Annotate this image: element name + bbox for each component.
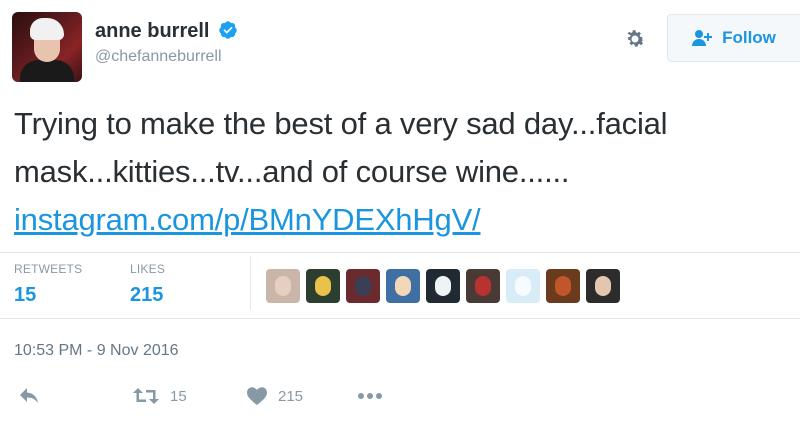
liker-avatar-1[interactable] bbox=[266, 269, 300, 303]
tweet-body: Trying to make the best of a very sad da… bbox=[14, 106, 668, 189]
user-name-block[interactable]: anne burrell @chefanneburrell bbox=[95, 20, 238, 66]
liker-avatar-7[interactable] bbox=[506, 269, 540, 303]
liker-face bbox=[355, 276, 371, 296]
liker-face bbox=[275, 276, 291, 296]
avatar-figure-hair bbox=[30, 18, 64, 40]
liker-avatars bbox=[266, 269, 626, 303]
liker-face bbox=[555, 276, 571, 296]
retweet-button[interactable]: 15 bbox=[132, 386, 187, 406]
retweets-label: RETWEETS bbox=[14, 262, 83, 276]
gear-icon[interactable] bbox=[620, 24, 650, 54]
tweet-timestamp[interactable]: 10:53 PM - 9 Nov 2016 bbox=[14, 342, 179, 360]
stats-separator bbox=[250, 256, 251, 310]
tweet-text: Trying to make the best of a very sad da… bbox=[14, 100, 794, 244]
retweet-count: 15 bbox=[170, 387, 187, 405]
tweet-header: anne burrell @chefanneburrell Follow bbox=[0, 0, 800, 90]
liker-face bbox=[515, 276, 531, 296]
liker-avatar-5[interactable] bbox=[426, 269, 460, 303]
more-button[interactable] bbox=[356, 386, 384, 406]
retweets-value: 15 bbox=[14, 284, 37, 306]
display-name[interactable]: anne burrell bbox=[95, 20, 209, 42]
reply-button[interactable] bbox=[18, 386, 40, 404]
profile-avatar[interactable] bbox=[12, 12, 82, 82]
liker-avatar-3[interactable] bbox=[346, 269, 380, 303]
tweet-stats: RETWEETS 15 LIKES 215 bbox=[0, 252, 800, 318]
liker-face bbox=[435, 276, 451, 296]
liker-avatar-4[interactable] bbox=[386, 269, 420, 303]
likes-value: 215 bbox=[130, 284, 164, 306]
liker-face bbox=[595, 276, 611, 296]
liker-avatar-8[interactable] bbox=[546, 269, 580, 303]
liker-face bbox=[395, 276, 411, 296]
tweet-actions: 15 215 bbox=[0, 380, 800, 420]
screen-name[interactable]: @chefanneburrell bbox=[95, 48, 238, 66]
liker-avatar-6[interactable] bbox=[466, 269, 500, 303]
verified-badge-icon bbox=[219, 21, 237, 39]
like-count: 215 bbox=[278, 387, 304, 405]
liker-avatar-2[interactable] bbox=[306, 269, 340, 303]
likes-stat[interactable]: LIKES 215 bbox=[130, 262, 165, 307]
retweets-stat[interactable]: RETWEETS 15 bbox=[14, 262, 82, 307]
liker-avatar-9[interactable] bbox=[586, 269, 620, 303]
likes-label: LIKES bbox=[130, 262, 166, 276]
liker-face bbox=[475, 276, 491, 296]
more-icon bbox=[358, 393, 382, 399]
follow-label: Follow bbox=[722, 28, 776, 47]
avatar-figure-body bbox=[20, 60, 74, 82]
liker-face bbox=[315, 276, 331, 296]
retweet-icon bbox=[133, 388, 159, 404]
heart-icon bbox=[247, 387, 267, 405]
follow-button[interactable]: Follow bbox=[667, 14, 800, 62]
reply-icon bbox=[20, 388, 38, 403]
add-person-icon bbox=[692, 30, 713, 46]
divider-bottom bbox=[0, 318, 800, 319]
like-button[interactable]: 215 bbox=[246, 386, 303, 406]
tweet-link[interactable]: instagram.com/p/BMnYDEXhHgV/ bbox=[14, 202, 481, 237]
